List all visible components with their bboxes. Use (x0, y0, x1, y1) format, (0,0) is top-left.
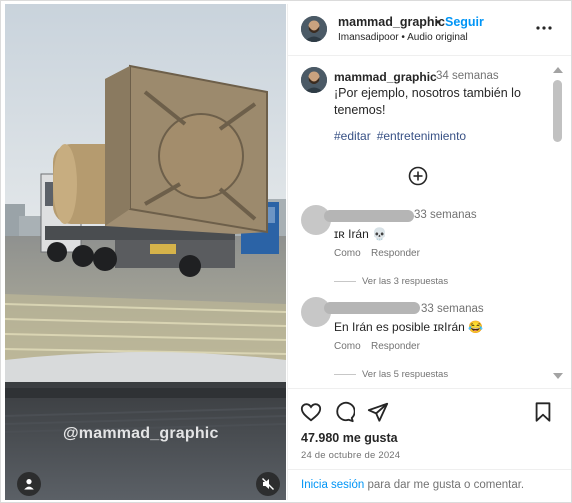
caption-avatar[interactable] (301, 67, 327, 93)
caption-avatar-image (301, 67, 327, 93)
plus-circle-icon (408, 166, 428, 186)
author-username[interactable]: mammad_graphic (338, 15, 445, 29)
post-video[interactable]: @mammad_graphic (5, 4, 286, 500)
commenter-name-redacted (324, 210, 414, 222)
hashtag-link[interactable]: #entretenimiento (377, 129, 466, 143)
comment-reply-button[interactable]: Responder (371, 341, 420, 352)
instagram-post-embed: @mammad_graphic mammad_graphic • Seguir … (0, 0, 572, 503)
comments-list[interactable]: mammad_graphic 34 semanas ¡Por ejemplo, … (288, 57, 571, 387)
replies-divider (334, 280, 356, 282)
view-replies-label: Ver las 3 respuestas (362, 276, 449, 287)
comment-icon[interactable] (333, 401, 355, 423)
comment-like-button[interactable]: Como (334, 248, 361, 259)
mute-button[interactable] (256, 472, 280, 496)
replies-divider (334, 373, 356, 375)
comment-reply-button[interactable]: Responder (371, 248, 420, 259)
load-more-comments-button[interactable] (408, 166, 428, 186)
caption-time[interactable]: 34 semanas (436, 70, 499, 82)
scrollbar-thumb[interactable] (553, 80, 562, 142)
bookmark-icon[interactable] (532, 401, 554, 423)
login-prompt-rest: para dar me gusta o comentar. (364, 479, 525, 491)
user-icon-button[interactable] (17, 472, 41, 496)
scroll-up-arrow-icon[interactable] (553, 67, 563, 73)
more-options-button[interactable] (534, 18, 554, 38)
comment-time[interactable]: 33 semanas (421, 303, 484, 315)
audio-subtitle[interactable]: Imansadipoor • Audio original (338, 32, 468, 43)
view-replies-button[interactable]: Ver las 5 respuestas (334, 369, 448, 380)
comment-time[interactable]: 33 semanas (414, 209, 477, 221)
login-prompt: Inicia sesión para dar me gusta o coment… (288, 469, 571, 500)
post-date[interactable]: 24 de octubre de 2024 (301, 450, 400, 461)
more-horizontal-icon (536, 26, 552, 30)
speaker-muted-icon (262, 478, 274, 490)
post-actions: 47.980 me gusta 24 de octubre de 2024 (288, 388, 571, 468)
scroll-down-arrow-icon[interactable] (553, 373, 563, 379)
share-send-icon[interactable] (367, 401, 389, 423)
view-replies-button[interactable]: Ver las 3 respuestas (334, 276, 448, 287)
caption-username[interactable]: mammad_graphic (334, 70, 437, 84)
login-prompt-text: Inicia sesión para dar me gusta o coment… (301, 479, 524, 491)
post-header: mammad_graphic • Seguir Imansadipoor • A… (288, 4, 571, 56)
comment-text: ɪʀ Irán 💀 (334, 227, 388, 241)
view-replies-label: Ver las 5 respuestas (362, 369, 449, 380)
comment-text: En Irán es posible ɪʀIrán 😂 (334, 320, 484, 334)
post-side-panel: mammad_graphic • Seguir Imansadipoor • A… (287, 4, 571, 500)
hashtag-link[interactable]: #editar (334, 129, 371, 143)
login-link[interactable]: Inicia sesión (301, 479, 364, 491)
heart-icon[interactable] (300, 401, 322, 423)
header-separator: • (436, 15, 441, 29)
caption-text: ¡Por ejemplo, nosotros también lo tenemo… (334, 86, 521, 117)
likes-count[interactable]: 47.980 me gusta (301, 431, 398, 445)
video-watermark: @mammad_graphic (63, 425, 219, 442)
comments-scrollbar[interactable] (552, 57, 564, 387)
author-avatar[interactable] (301, 16, 327, 42)
user-icon (24, 479, 34, 490)
follow-button[interactable]: Seguir (445, 15, 484, 29)
caption-hashtags: #editar #entretenimiento (334, 129, 472, 143)
author-avatar-image (301, 16, 327, 42)
commenter-name-redacted (324, 302, 420, 314)
comment-like-button[interactable]: Como (334, 341, 361, 352)
